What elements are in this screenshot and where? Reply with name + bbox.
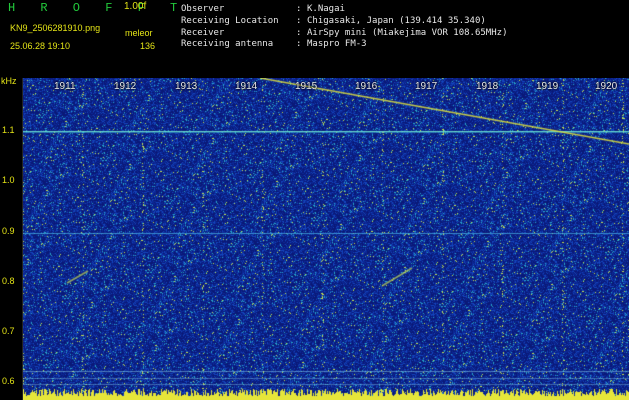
info-value-antenna: Maspro FM-3 <box>307 39 367 49</box>
info-colon: : <box>296 4 302 14</box>
x-tick-label: 1914 <box>235 81 258 92</box>
y-tick-label: 0.8 <box>2 276 15 286</box>
x-tick-label: 1911 <box>54 81 76 92</box>
spectrogram <box>22 78 629 400</box>
y-axis-unit: kHz <box>1 76 17 86</box>
datetime-label: 25.06.28 19:10 <box>10 41 71 51</box>
y-tick-label: 1.0 <box>2 175 15 185</box>
info-colon: : <box>296 16 302 26</box>
filename-label: KN9_2506281910.png <box>10 23 101 33</box>
x-tick-label: 1916 <box>355 81 378 92</box>
app-title: H R O F F T <box>8 1 187 15</box>
y-axis-line <box>22 78 23 400</box>
x-tick-label: 1920 <box>595 81 618 92</box>
count-label: 136 <box>140 41 156 51</box>
x-tick-label: 1912 <box>114 81 137 92</box>
info-key-antenna: Receiving antenna <box>181 39 274 49</box>
x-tick-label: 1917 <box>415 81 438 92</box>
x-tick-label: 1915 <box>295 81 318 92</box>
y-tick-label: 0.9 <box>2 226 15 236</box>
info-key-location: Receiving Location <box>181 16 279 26</box>
x-tick-label: 1919 <box>536 81 559 92</box>
info-key-observer: Observer <box>181 4 225 14</box>
info-colon: : <box>296 28 302 38</box>
y-tick-label: 1.1 <box>2 125 15 135</box>
x-tick-label: 1913 <box>175 81 198 92</box>
info-key-receiver: Receiver <box>181 28 225 38</box>
x-tick-label: 1918 <box>476 81 499 92</box>
mode-label: meleor <box>125 28 153 38</box>
info-value-observer: K.Nagai <box>307 4 345 14</box>
info-colon: : <box>296 39 302 49</box>
info-value-receiver: AirSpy mini (Miakejima VOR 108.65MHz) <box>307 28 508 38</box>
y-tick-label: 0.7 <box>2 326 15 336</box>
header-panel: H R O F F T 1.00f KN9_2506281910.png mel… <box>0 0 629 78</box>
version-label: 1.00f <box>124 1 147 12</box>
y-tick-label: 0.6 <box>2 376 15 386</box>
info-value-location: Chigasaki, Japan (139.414 35.340) <box>307 16 486 26</box>
